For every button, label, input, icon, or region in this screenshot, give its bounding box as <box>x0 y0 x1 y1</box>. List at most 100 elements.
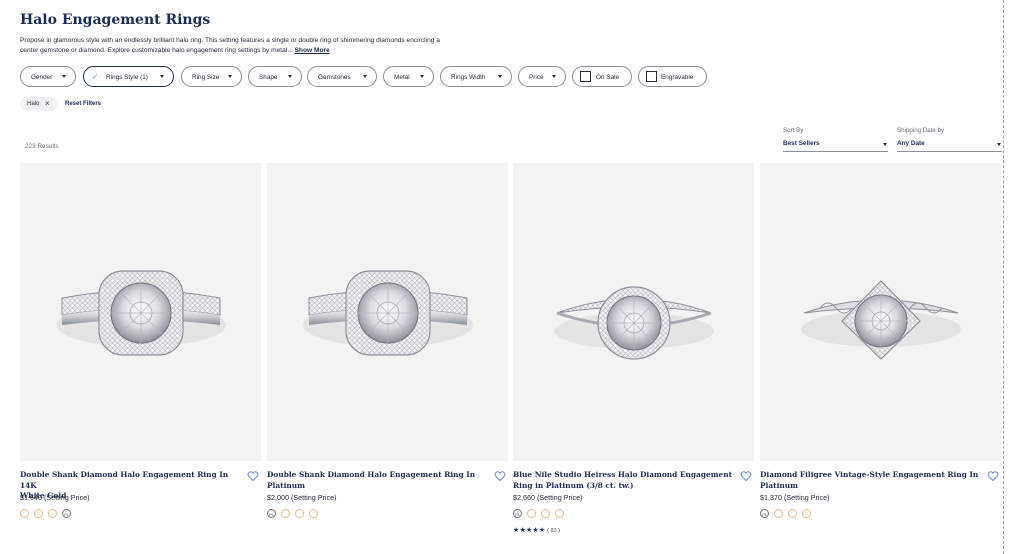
product-image[interactable] <box>267 163 508 461</box>
shipping-date-value[interactable]: Any Date <box>897 140 1002 152</box>
product-price: $2,660 (Setting Price) <box>513 493 583 502</box>
filter-label: Price <box>529 73 544 81</box>
metal-swatch-platinum[interactable]: PL <box>513 509 522 518</box>
product-image[interactable] <box>20 163 261 461</box>
metal-swatch-gold[interactable] <box>527 509 536 518</box>
heart-icon[interactable] <box>987 470 999 482</box>
product-card[interactable]: Double Shank Diamond Halo Engagement Rin… <box>20 163 261 543</box>
on-sale-checkbox[interactable] <box>580 71 591 82</box>
filter-rings-style[interactable]: ✓ Rings Style (1) <box>83 66 174 87</box>
title-line-2: Platinum <box>267 480 305 490</box>
category-description: Propose in glamorous style with an endle… <box>20 36 450 55</box>
filter-engravable[interactable]: Engravable <box>638 66 707 87</box>
filter-on-sale[interactable]: On Sale <box>572 66 632 87</box>
product-card[interactable]: Double Shank Diamond Halo Engagement Rin… <box>267 163 508 543</box>
filter-label: Rings Style (1) <box>106 73 148 81</box>
filter-ring-size[interactable]: Ring Size <box>181 66 242 87</box>
metal-swatch-gold[interactable] <box>788 509 797 518</box>
chevron-down-icon <box>62 75 66 78</box>
title-line-1: Diamond Filigree Vintage-Style Engagemen… <box>760 470 979 479</box>
product-price: $1,370 (Setting Price) <box>760 493 830 502</box>
platinum-swatch-mark: PL <box>762 511 768 517</box>
filter-label: Metal <box>394 73 410 81</box>
review-count: ( 82 ) <box>547 528 560 534</box>
heart-icon[interactable] <box>247 470 259 482</box>
chevron-down-icon <box>363 75 367 78</box>
heart-icon[interactable] <box>494 470 506 482</box>
close-icon[interactable]: × <box>45 99 50 108</box>
metal-swatch-platinum[interactable]: PL <box>760 509 769 518</box>
metal-swatch-gold[interactable] <box>774 509 783 518</box>
chevron-down-icon <box>160 75 164 78</box>
product-card[interactable]: Diamond Filigree Vintage-Style Engagemen… <box>760 163 1001 543</box>
filter-label: Rings Width <box>451 73 486 81</box>
filter-gender[interactable]: Gender <box>20 66 76 87</box>
check-icon: ✓ <box>92 71 99 81</box>
filter-metal[interactable]: Metal <box>383 66 434 87</box>
product-title[interactable]: Double Shank Diamond Halo Engagement Rin… <box>267 470 487 491</box>
metal-swatch-gold[interactable] <box>281 509 290 518</box>
filter-gemstones[interactable]: Gemstones <box>307 66 377 87</box>
chevron-down-icon <box>420 75 424 78</box>
sort-by-value[interactable]: Best Sellers <box>783 140 888 152</box>
chevron-down-icon <box>883 143 887 146</box>
product-image[interactable] <box>760 163 1001 461</box>
metal-swatch-gold[interactable] <box>20 509 29 518</box>
title-line-1: Double Shank Diamond Halo Engagement Rin… <box>267 470 476 479</box>
metal-swatch-gold[interactable] <box>295 509 304 518</box>
title-line-1: Blue Nile Studio Heiress Halo Diamond En… <box>513 470 733 479</box>
filter-label: Engravable <box>661 73 694 81</box>
title-line-2: Ring in Platinum (3/8 ct. tw.) <box>513 480 634 490</box>
filter-price[interactable]: Price <box>518 66 566 87</box>
metal-swatch-platinum[interactable]: PL <box>267 509 276 518</box>
show-more-link[interactable]: Show More <box>295 47 330 54</box>
shipping-date-selected: Any Date <box>897 140 925 147</box>
shipping-date-select[interactable]: Shipping Date by Any Date <box>897 127 1002 152</box>
product-price: $2,000 (Setting Price) <box>267 493 337 502</box>
filter-label: Gender <box>31 73 53 81</box>
chevron-down-icon <box>997 143 1001 146</box>
title-line-2: Platinum <box>760 480 798 490</box>
metal-swatch-gold[interactable] <box>34 509 43 518</box>
sort-by-selected: Best Sellers <box>783 140 820 147</box>
results-count: 223 Results <box>25 143 59 150</box>
filter-label: On Sale <box>596 73 620 81</box>
applied-filter-tag-halo[interactable]: Halo × <box>20 97 57 111</box>
metal-swatch-platinum[interactable]: PL <box>62 509 71 518</box>
product-image[interactable] <box>513 163 754 461</box>
platinum-swatch-mark: PL <box>515 511 521 517</box>
description-text: Propose in glamorous style with an endle… <box>20 37 440 54</box>
shipping-date-label: Shipping Date by <box>897 127 945 134</box>
chevron-down-icon <box>228 75 232 78</box>
star-rating-icon: ★★★★★ <box>513 527 546 534</box>
platinum-swatch-mark: PL <box>64 511 70 517</box>
page-title: Halo Engagement Rings <box>20 12 211 28</box>
heart-icon[interactable] <box>740 470 752 482</box>
metal-swatch-gold[interactable] <box>541 509 550 518</box>
title-line-1: Double Shank Diamond Halo Engagement Rin… <box>20 470 229 490</box>
metal-swatch-gold[interactable] <box>802 509 811 518</box>
tag-label: Halo <box>27 101 40 107</box>
sort-by-select[interactable]: Sort By Best Sellers <box>783 127 888 152</box>
chevron-down-icon <box>552 75 556 78</box>
metal-swatch-gold[interactable] <box>309 509 318 518</box>
product-title[interactable]: Diamond Filigree Vintage-Style Engagemen… <box>760 470 980 491</box>
chevron-down-icon <box>498 75 502 78</box>
page-edge-divider <box>1003 0 1004 554</box>
filter-label: Shape <box>259 73 278 81</box>
product-rating[interactable]: ★★★★★ ( 82 ) <box>513 526 560 534</box>
chevron-down-icon <box>288 75 292 78</box>
sort-by-label: Sort By <box>783 127 804 134</box>
filter-shape[interactable]: Shape <box>248 66 302 87</box>
engravable-checkbox[interactable] <box>646 71 657 82</box>
product-card[interactable]: Blue Nile Studio Heiress Halo Diamond En… <box>513 163 754 543</box>
filter-label: Gemstones <box>318 73 351 81</box>
product-price: $1,640 (Setting Price) <box>20 493 90 502</box>
product-title[interactable]: Blue Nile Studio Heiress Halo Diamond En… <box>513 470 733 491</box>
metal-swatch-gold[interactable] <box>48 509 57 518</box>
filter-label: Ring Size <box>192 73 220 81</box>
filter-rings-width[interactable]: Rings Width <box>440 66 512 87</box>
metal-swatch-gold[interactable] <box>555 509 564 518</box>
platinum-swatch-mark: PL <box>269 511 275 517</box>
reset-filters-link[interactable]: Reset Filters <box>65 101 101 107</box>
